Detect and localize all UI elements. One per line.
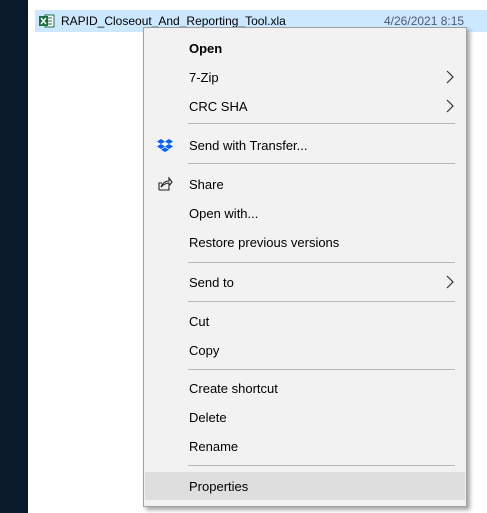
menu-item-rename[interactable]: Rename — [145, 432, 465, 460]
menu-item-label: Cut — [189, 313, 210, 329]
menu-item-copy[interactable]: Copy — [145, 336, 465, 364]
menu-item-open[interactable]: Open — [145, 34, 465, 62]
menu-item-label: Properties — [189, 478, 249, 494]
menu-item-label: Copy — [189, 342, 220, 358]
menu-item-label: Open with... — [189, 205, 259, 221]
share-icon — [157, 176, 173, 192]
menu-separator — [188, 123, 455, 124]
menu-separator — [188, 262, 455, 263]
menu-item-delete[interactable]: Delete — [145, 403, 465, 431]
chevron-right-icon — [445, 275, 455, 289]
menu-item-share[interactable]: Share — [145, 170, 465, 198]
excel-file-icon — [39, 14, 55, 28]
menu-item-label: Send to — [189, 274, 234, 290]
menu-item-open-with[interactable]: Open with... — [145, 199, 465, 227]
menu-item-label: Restore previous versions — [189, 234, 340, 250]
menu-item-label: Share — [189, 176, 224, 192]
chevron-right-icon — [445, 70, 455, 84]
menu-item-restore-previous-versions[interactable]: Restore previous versions — [145, 228, 465, 256]
menu-item-label: CRC SHA — [189, 98, 248, 114]
menu-item-cut[interactable]: Cut — [145, 307, 465, 335]
chevron-right-icon — [445, 99, 455, 113]
menu-item-label: Rename — [189, 438, 239, 454]
menu-separator — [188, 465, 455, 466]
menu-item-label: Create shortcut — [189, 380, 278, 396]
menu-item-send-to[interactable]: Send to — [145, 268, 465, 296]
menu-item-7zip[interactable]: 7-Zip — [145, 63, 465, 91]
file-name: RAPID_Closeout_And_Reporting_Tool.xla — [61, 14, 286, 28]
menu-item-send-with-transfer[interactable]: Send with Transfer... — [145, 131, 465, 159]
menu-item-label: Open — [189, 40, 223, 56]
menu-item-label: Delete — [189, 409, 227, 425]
dropbox-icon — [157, 137, 173, 153]
context-menu: Open 7-Zip CRC SHA Send with Transfer... — [143, 27, 467, 507]
menu-separator — [188, 301, 455, 302]
menu-item-label: 7-Zip — [189, 69, 219, 85]
menu-item-properties[interactable]: Properties — [145, 472, 465, 500]
menu-separator — [188, 369, 455, 370]
file-date: 4/26/2021 8:15 — [384, 14, 465, 28]
menu-item-create-shortcut[interactable]: Create shortcut — [145, 374, 465, 402]
menu-item-crc-sha[interactable]: CRC SHA — [145, 92, 465, 120]
menu-item-label: Send with Transfer... — [189, 137, 308, 153]
menu-separator — [188, 163, 455, 164]
